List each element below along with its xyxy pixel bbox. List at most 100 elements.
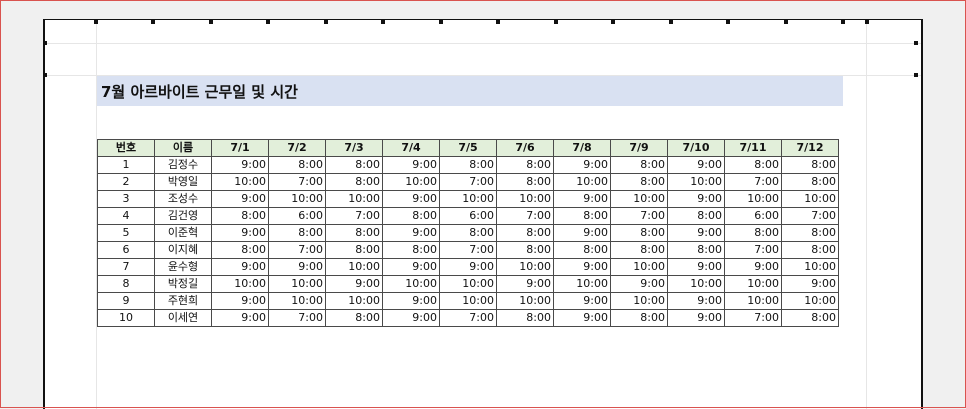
hours-cell[interactable]: 8:00 <box>496 241 554 259</box>
hours-cell[interactable]: 8:00 <box>667 241 725 259</box>
hours-cell[interactable]: 9:00 <box>553 309 611 327</box>
hours-cell[interactable]: 10:00 <box>553 275 611 293</box>
hours-cell[interactable]: 8:00 <box>496 156 554 174</box>
hours-cell[interactable]: 8:00 <box>268 156 326 174</box>
hours-cell[interactable]: 9:00 <box>667 292 725 310</box>
column-margin-handle[interactable] <box>439 20 443 24</box>
hours-cell[interactable]: 7:00 <box>724 309 782 327</box>
column-margin-handle[interactable] <box>611 20 615 24</box>
hours-cell[interactable]: 10:00 <box>610 292 668 310</box>
hours-cell[interactable]: 6:00 <box>268 207 326 225</box>
hours-cell[interactable]: 8:00 <box>724 224 782 242</box>
hours-cell[interactable]: 9:00 <box>211 156 269 174</box>
hours-cell[interactable]: 8:00 <box>610 156 668 174</box>
hours-cell[interactable]: 10:00 <box>268 190 326 208</box>
hours-cell[interactable]: 9:00 <box>724 258 782 276</box>
hours-cell[interactable]: 8:00 <box>553 207 611 225</box>
hours-cell[interactable]: 9:00 <box>667 309 725 327</box>
hours-cell[interactable]: 10:00 <box>724 190 782 208</box>
name-cell[interactable]: 박영일 <box>154 173 212 191</box>
header-cell[interactable]: 7/2 <box>268 139 326 157</box>
hours-cell[interactable]: 8:00 <box>667 207 725 225</box>
row-number-cell[interactable]: 10 <box>97 309 155 327</box>
header-cell[interactable]: 7/5 <box>439 139 497 157</box>
hours-cell[interactable]: 9:00 <box>382 156 440 174</box>
hours-cell[interactable]: 8:00 <box>439 156 497 174</box>
hours-cell[interactable]: 10:00 <box>781 292 839 310</box>
margin-handle[interactable] <box>43 73 47 77</box>
row-number-cell[interactable]: 3 <box>97 190 155 208</box>
column-margin-handle[interactable] <box>865 20 869 24</box>
name-cell[interactable]: 박정길 <box>154 275 212 293</box>
hours-cell[interactable]: 9:00 <box>268 258 326 276</box>
hours-cell[interactable]: 8:00 <box>496 309 554 327</box>
hours-cell[interactable]: 7:00 <box>268 173 326 191</box>
name-cell[interactable]: 주현희 <box>154 292 212 310</box>
column-margin-handle[interactable] <box>209 20 213 24</box>
hours-cell[interactable]: 8:00 <box>781 309 839 327</box>
column-margin-handle[interactable] <box>554 20 558 24</box>
name-cell[interactable]: 김정수 <box>154 156 212 174</box>
hours-cell[interactable]: 9:00 <box>211 224 269 242</box>
column-margin-handle[interactable] <box>841 20 845 24</box>
hours-cell[interactable]: 7:00 <box>268 241 326 259</box>
hours-cell[interactable]: 10:00 <box>610 190 668 208</box>
header-cell[interactable]: 7/11 <box>724 139 782 157</box>
hours-cell[interactable]: 8:00 <box>781 224 839 242</box>
hours-cell[interactable]: 9:00 <box>667 258 725 276</box>
hours-cell[interactable]: 8:00 <box>724 156 782 174</box>
page-layout-sheet[interactable]: 7월 아르바이트 근무일 및 시간 번호 이름 7/1 7/2 7/3 7/4 … <box>43 19 923 409</box>
header-cell[interactable]: 7/3 <box>325 139 383 157</box>
header-cell[interactable]: 7/10 <box>667 139 725 157</box>
hours-cell[interactable]: 7:00 <box>268 309 326 327</box>
hours-cell[interactable]: 8:00 <box>781 156 839 174</box>
hours-cell[interactable]: 9:00 <box>553 224 611 242</box>
hours-cell[interactable]: 9:00 <box>496 275 554 293</box>
column-margin-handle[interactable] <box>496 20 500 24</box>
hours-cell[interactable]: 10:00 <box>325 190 383 208</box>
hours-cell[interactable]: 9:00 <box>211 309 269 327</box>
column-margin-handle[interactable] <box>381 20 385 24</box>
hours-cell[interactable]: 10:00 <box>496 292 554 310</box>
margin-handle[interactable] <box>914 73 918 77</box>
hours-cell[interactable]: 8:00 <box>610 224 668 242</box>
hours-cell[interactable]: 8:00 <box>781 241 839 259</box>
hours-cell[interactable]: 7:00 <box>610 207 668 225</box>
hours-cell[interactable]: 8:00 <box>496 224 554 242</box>
hours-cell[interactable]: 10:00 <box>781 190 839 208</box>
hours-cell[interactable]: 7:00 <box>496 207 554 225</box>
hours-cell[interactable]: 8:00 <box>439 224 497 242</box>
column-margin-handle[interactable] <box>94 20 98 24</box>
hours-cell[interactable]: 8:00 <box>610 309 668 327</box>
hours-cell[interactable]: 8:00 <box>325 156 383 174</box>
hours-cell[interactable]: 10:00 <box>667 275 725 293</box>
margin-handle[interactable] <box>43 41 47 45</box>
hours-cell[interactable]: 9:00 <box>553 258 611 276</box>
row-number-cell[interactable]: 9 <box>97 292 155 310</box>
hours-cell[interactable]: 8:00 <box>325 241 383 259</box>
hours-cell[interactable]: 7:00 <box>439 241 497 259</box>
hours-cell[interactable]: 9:00 <box>553 156 611 174</box>
name-cell[interactable]: 김건영 <box>154 207 212 225</box>
hours-cell[interactable]: 10:00 <box>724 292 782 310</box>
hours-cell[interactable]: 9:00 <box>439 258 497 276</box>
hours-cell[interactable]: 8:00 <box>325 173 383 191</box>
hours-cell[interactable]: 9:00 <box>382 309 440 327</box>
header-cell[interactable]: 7/1 <box>211 139 269 157</box>
hours-cell[interactable]: 8:00 <box>496 173 554 191</box>
hours-cell[interactable]: 10:00 <box>496 258 554 276</box>
hours-cell[interactable]: 10:00 <box>382 275 440 293</box>
hours-cell[interactable]: 10:00 <box>781 258 839 276</box>
hours-cell[interactable]: 8:00 <box>382 241 440 259</box>
hours-cell[interactable]: 10:00 <box>439 275 497 293</box>
row-number-cell[interactable]: 2 <box>97 173 155 191</box>
header-cell[interactable]: 7/12 <box>781 139 839 157</box>
name-cell[interactable]: 이세연 <box>154 309 212 327</box>
hours-cell[interactable]: 9:00 <box>211 190 269 208</box>
hours-cell[interactable]: 9:00 <box>382 292 440 310</box>
hours-cell[interactable]: 8:00 <box>211 207 269 225</box>
hours-cell[interactable]: 8:00 <box>781 173 839 191</box>
hours-cell[interactable]: 8:00 <box>610 173 668 191</box>
hours-cell[interactable]: 9:00 <box>667 224 725 242</box>
hours-cell[interactable]: 10:00 <box>667 173 725 191</box>
